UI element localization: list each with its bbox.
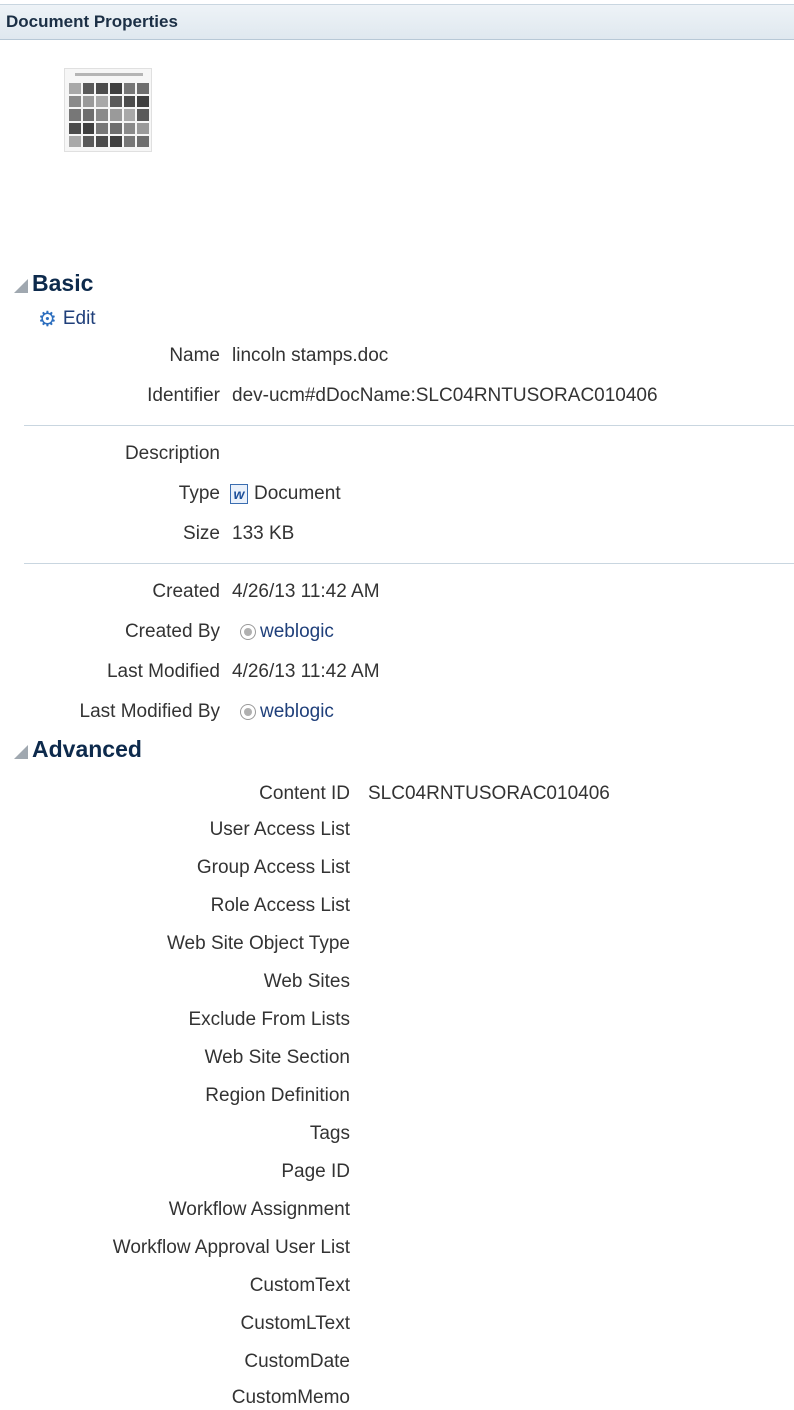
thumbnail-stamp-tile [69, 135, 81, 147]
edit-gear-icon: ⚙ [38, 307, 57, 331]
user-access-list-label: User Access List [209, 819, 350, 840]
thumbnail-stamp-tile [110, 122, 122, 134]
thumbnail-stamp-tile [137, 122, 149, 134]
thumbnail-grid [69, 83, 149, 147]
thumbnail-stamp-tile [96, 109, 108, 121]
custom-text-label: CustomText [249, 1275, 350, 1296]
thumbnail-stamp-tile [137, 96, 149, 108]
thumbnail-stamp-tile [96, 83, 108, 95]
created-value: 4/26/13 11:42 AM [232, 581, 380, 602]
separator [24, 425, 794, 426]
last-modified-label: Last Modified [106, 661, 220, 682]
collapse-triangle-icon[interactable] [14, 744, 28, 759]
thumbnail-stamp-tile [137, 83, 149, 95]
last-modified-by-link[interactable]: weblogic [260, 701, 334, 722]
word-document-icon: w [230, 483, 248, 504]
identifier-label: Identifier [147, 385, 220, 406]
content-id-label: Content ID [259, 783, 350, 804]
panel-header: Document Properties [0, 4, 794, 40]
thumbnail-stamp-tile [123, 135, 136, 147]
type-value-row: w Document [230, 482, 341, 506]
thumbnail-title-line [75, 73, 143, 76]
thumbnail-stamp-tile [110, 109, 122, 121]
thumbnail-stamp-tile [110, 96, 122, 108]
last-modified-by-value-row: weblogic [240, 700, 334, 724]
role-access-list-label: Role Access List [210, 895, 350, 916]
thumbnail-stamp-tile [123, 109, 136, 121]
thumbnail-stamp-tile [69, 83, 81, 95]
thumbnail-stamp-tile [96, 96, 108, 108]
workflow-assignment-label: Workflow Assignment [168, 1199, 350, 1220]
thumbnail-stamp-tile [110, 83, 122, 95]
thumbnail-stamp-tile [110, 135, 122, 147]
custom-date-label: CustomDate [244, 1351, 350, 1372]
web-sites-label: Web Sites [263, 971, 350, 992]
thumbnail-stamp-tile [82, 135, 95, 147]
thumbnail-stamp-tile [137, 109, 149, 121]
section-basic-title: Basic [32, 270, 94, 296]
description-label: Description [124, 443, 220, 464]
thumbnail-stamp-tile [69, 109, 81, 121]
type-label: Type [178, 483, 220, 504]
thumbnail-stamp-tile [96, 135, 108, 147]
thumbnail-stamp-tile [82, 96, 95, 108]
thumbnail-stamp-tile [69, 96, 81, 108]
panel-title: Document Properties [6, 12, 178, 31]
page-id-label: Page ID [281, 1161, 350, 1182]
thumbnail-stamp-tile [137, 135, 149, 147]
section-advanced-title: Advanced [32, 736, 142, 762]
section-basic-header[interactable]: Basic [14, 270, 93, 297]
edit-button[interactable]: ⚙ Edit [38, 308, 96, 330]
thumbnail-stamp-tile [82, 122, 95, 134]
created-by-value-row: weblogic [240, 620, 334, 644]
region-definition-label: Region Definition [205, 1085, 350, 1106]
type-value: Document [254, 483, 341, 504]
document-thumbnail[interactable] [64, 68, 152, 152]
created-by-label: Created By [124, 621, 220, 642]
thumbnail-stamp-tile [96, 122, 108, 134]
size-value: 133 KB [232, 523, 295, 544]
group-access-list-label: Group Access List [196, 857, 350, 878]
thumbnail-stamp-tile [69, 122, 81, 134]
section-advanced-header[interactable]: Advanced [14, 736, 142, 763]
created-label: Created [152, 581, 220, 602]
user-presence-icon [240, 623, 256, 640]
size-label: Size [183, 523, 220, 544]
collapse-triangle-icon[interactable] [14, 278, 28, 293]
thumbnail-stamp-tile [123, 83, 136, 95]
custom-memo-label: CustomMemo [231, 1387, 350, 1408]
custom-ltext-label: CustomLText [240, 1313, 350, 1334]
edit-label: Edit [62, 308, 96, 329]
thumbnail-stamp-tile [82, 83, 95, 95]
last-modified-value: 4/26/13 11:42 AM [232, 661, 380, 682]
tags-label: Tags [309, 1123, 350, 1144]
name-value: lincoln stamps.doc [232, 345, 389, 366]
content-id-value: SLC04RNTUSORAC010406 [368, 783, 610, 804]
web-site-object-type-label: Web Site Object Type [166, 933, 350, 954]
thumbnail-stamp-tile [82, 109, 95, 121]
exclude-from-lists-label: Exclude From Lists [188, 1009, 350, 1030]
last-modified-by-label: Last Modified By [79, 701, 220, 722]
thumbnail-stamp-tile [123, 96, 136, 108]
user-presence-icon [240, 703, 256, 720]
created-by-link[interactable]: weblogic [260, 621, 334, 642]
workflow-approval-user-list-label: Workflow Approval User List [112, 1237, 350, 1258]
name-label: Name [169, 345, 220, 366]
thumbnail-stamp-tile [123, 122, 136, 134]
web-site-section-label: Web Site Section [204, 1047, 350, 1068]
identifier-value: dev-ucm#dDocName:SLC04RNTUSORAC010406 [232, 385, 658, 406]
separator [24, 563, 794, 564]
